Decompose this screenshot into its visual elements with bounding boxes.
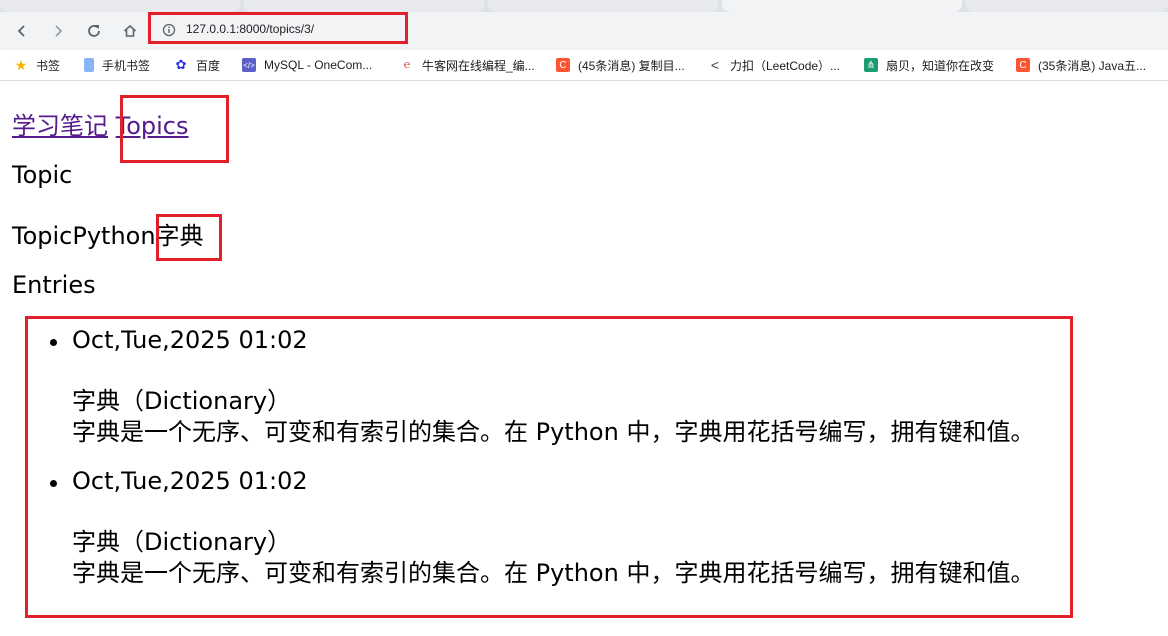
home-icon — [123, 24, 137, 37]
leetcode-icon: < — [710, 57, 720, 73]
bookmark-item[interactable]: ★ 书签 — [14, 56, 60, 74]
annotation-box-entries — [25, 316, 1073, 618]
bookmark-item[interactable]: < 力扣（LeetCode）... — [708, 56, 840, 74]
browser-tab[interactable] — [488, 0, 718, 12]
reload-button[interactable] — [82, 19, 106, 43]
bookmark-label: 百度 — [196, 58, 221, 73]
forward-arrow-icon — [55, 25, 63, 37]
bookmark-label: 牛客网在线编程_编... — [422, 58, 535, 73]
csdn-icon: C — [556, 58, 570, 72]
bookmark-label: (35条消息) Java五... — [1038, 58, 1147, 73]
back-button[interactable] — [10, 19, 34, 43]
home-button[interactable] — [118, 19, 142, 43]
bookmark-item[interactable]: </> MySQL - OneCom... — [242, 56, 372, 74]
bookmark-label: MySQL - OneCom... — [264, 58, 373, 72]
home-link[interactable]: 学习笔记 — [12, 112, 108, 140]
page-content: 学习笔记 Topics Topic TopicPython字典 Entries … — [0, 81, 1168, 636]
bookmark-item[interactable]: C (45条消息) 复制目... — [556, 56, 685, 74]
bookmark-item[interactable]: 手机书签 — [84, 56, 150, 74]
csdn-icon: C — [1016, 58, 1030, 72]
browser-tab[interactable] — [244, 0, 484, 12]
bookmark-label: 书签 — [36, 58, 61, 73]
browser-tab[interactable] — [966, 0, 1168, 12]
bookmarks-bar: ★ 书签 手机书签 ✿ 百度 </> MySQL - OneCom... ℮ 牛… — [0, 50, 1168, 81]
forward-button[interactable] — [46, 19, 70, 43]
annotation-box-url — [148, 12, 408, 44]
bookmark-label: 手机书签 — [102, 58, 151, 73]
code-icon: </> — [242, 58, 256, 72]
baidu-icon: ✿ — [175, 57, 187, 72]
shanbay-icon: ⋔ — [864, 58, 878, 72]
folder-icon — [84, 58, 94, 72]
bookmark-item[interactable]: ℮ 牛客网在线编程_编... — [400, 56, 535, 74]
bookmark-item[interactable]: ✿ 百度 — [174, 56, 220, 74]
reload-icon — [88, 25, 100, 37]
browser-tab-active[interactable] — [722, 0, 962, 12]
bookmark-item[interactable]: C (35条消息) Java五... — [1016, 56, 1146, 74]
annotation-box-topics — [120, 95, 229, 163]
star-icon: ★ — [14, 56, 28, 73]
bookmark-item[interactable]: ⋔ 扇贝，知道你在改变 — [864, 56, 994, 74]
back-arrow-icon — [17, 25, 25, 37]
browser-tab[interactable] — [0, 0, 240, 12]
bookmark-label: (45条消息) 复制目... — [578, 58, 685, 73]
topic-heading: Topic — [12, 161, 73, 189]
nowcoder-icon: ℮ — [403, 59, 411, 71]
tab-strip — [0, 0, 1168, 12]
entries-heading: Entries — [12, 271, 96, 299]
annotation-box-topic-name — [156, 214, 222, 261]
bookmark-label: 力扣（LeetCode）... — [730, 58, 841, 73]
bookmark-label: 扇贝，知道你在改变 — [886, 58, 995, 73]
